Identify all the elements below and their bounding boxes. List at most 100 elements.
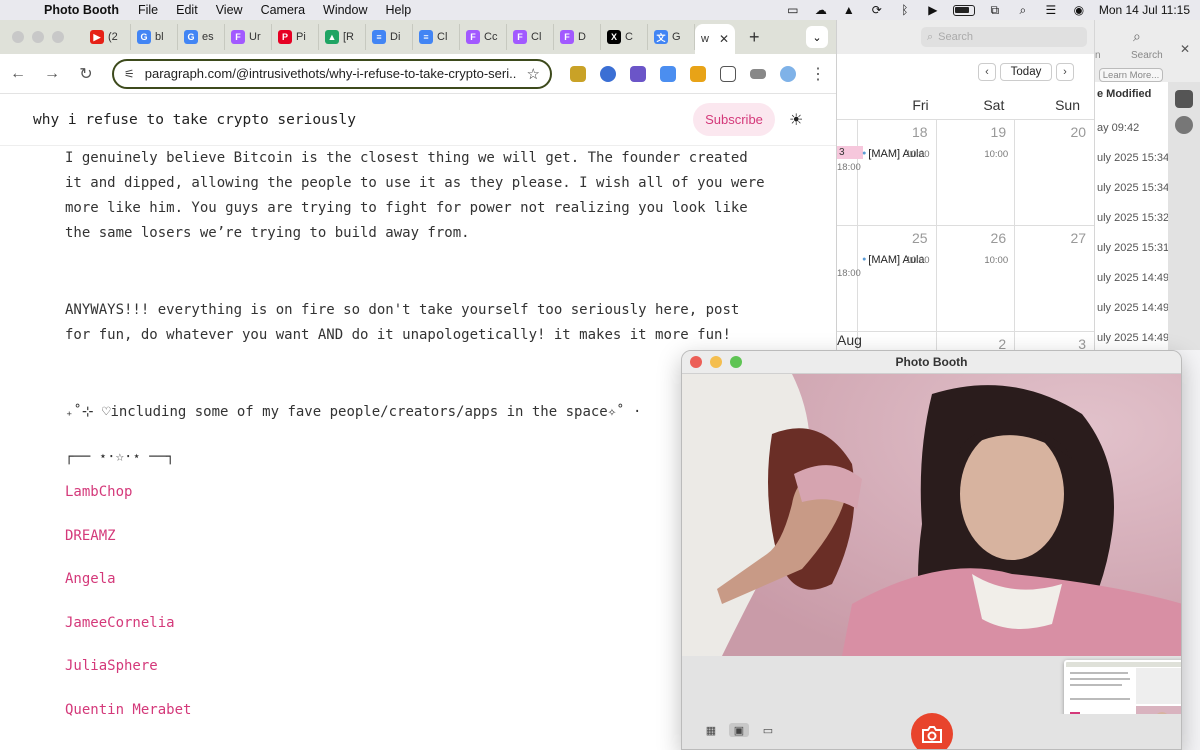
creator-link[interactable]: JameeCornelia (65, 601, 765, 645)
tab[interactable]: F Cc (460, 24, 507, 50)
siri-icon[interactable]: ◉ (1071, 3, 1087, 17)
tab[interactable]: ▶ (2 (84, 24, 131, 50)
calendar-day-cell[interactable]: 20 (1015, 120, 1094, 225)
single-photo-mode-icon[interactable]: ▣ (729, 723, 749, 737)
calendar-day-cell[interactable]: 18[MAM] Aula10:00 (858, 120, 937, 225)
tab[interactable]: ≡ Cl (413, 24, 460, 50)
take-photo-button[interactable] (911, 713, 953, 749)
minimize-window-button[interactable] (32, 31, 44, 43)
menu-window[interactable]: Window (314, 3, 376, 17)
close-tab-icon[interactable]: ✕ (719, 32, 729, 46)
menu-edit[interactable]: Edit (167, 3, 207, 17)
tab[interactable]: P Pi (272, 24, 319, 50)
app-menu-photo-booth[interactable]: Photo Booth (36, 3, 129, 17)
close-window-button[interactable] (12, 31, 24, 43)
next-week-button[interactable]: › (1056, 63, 1074, 81)
tab[interactable]: 文G (648, 24, 695, 50)
reload-button[interactable]: ↻ (76, 64, 96, 84)
new-tab-button[interactable]: + (749, 27, 760, 48)
screen-mirroring-icon[interactable]: ⧉ (987, 3, 1003, 17)
extensions-puzzle-icon[interactable] (720, 65, 736, 82)
battery-icon[interactable] (952, 4, 975, 16)
menu-help[interactable]: Help (377, 3, 421, 17)
finder-row-date[interactable]: uly 2025 14:49 (1095, 272, 1169, 284)
profile-avatar[interactable] (780, 65, 796, 82)
learn-more-button[interactable]: Learn More... (1099, 68, 1163, 82)
calendar-day-cell[interactable]: 26 10:00 (937, 226, 1016, 331)
extension-icon-2[interactable] (600, 65, 616, 82)
menu-view[interactable]: View (207, 3, 252, 17)
calendar-day-cell[interactable]: 27 (1015, 226, 1094, 331)
sync-status-icon[interactable]: ⟳ (869, 3, 885, 17)
video-mode-icon[interactable]: ▭ (758, 723, 778, 737)
previous-week-button[interactable]: ‹ (978, 63, 996, 81)
site-info-icon[interactable]: ⚟ (124, 67, 135, 81)
menu-bar: Photo Booth File Edit View Camera Window… (0, 0, 1200, 20)
today-button[interactable]: Today (1000, 63, 1052, 81)
calendar-day-cell[interactable]: 25[MAM] Aula10:00 (858, 226, 937, 331)
calendar-day-cell[interactable]: 19 10:00 (937, 120, 1016, 225)
extension-icon-5[interactable] (690, 65, 706, 82)
layers-icon[interactable] (1175, 90, 1193, 108)
creator-link[interactable]: JuliaSphere (65, 644, 765, 688)
tab-label: Ur (249, 31, 261, 43)
calendar-day-cell-partial[interactable]: 3 18:00 (837, 120, 863, 225)
tab[interactable]: F Ur (225, 24, 272, 50)
drive-status-icon[interactable]: ▲ (841, 3, 857, 17)
creator-link[interactable]: DREAMZ (65, 514, 765, 558)
date-modified-header[interactable]: e Modified (1095, 88, 1167, 100)
tab[interactable]: XC (601, 24, 648, 50)
tab[interactable]: Ges (178, 24, 225, 50)
extension-icon-1[interactable] (570, 65, 586, 82)
media-controls-icon[interactable] (750, 68, 766, 79)
subscribe-button[interactable]: Subscribe (693, 103, 775, 136)
four-up-mode-icon[interactable]: ▦ (701, 723, 721, 737)
control-center-icon[interactable]: ☰ (1043, 3, 1059, 17)
finder-row-date[interactable]: uly 2025 15:34 (1095, 152, 1169, 164)
tab-label: Cl (531, 31, 542, 43)
finder-row-date[interactable]: uly 2025 14:49 (1095, 332, 1169, 344)
day-number: 25 (912, 230, 928, 246)
menu-file[interactable]: File (129, 3, 167, 17)
color-wheel-icon[interactable] (1175, 116, 1193, 134)
tab[interactable]: Gbl (131, 24, 178, 50)
creator-link[interactable]: LambChop (65, 470, 765, 514)
play-status-icon[interactable]: ▶ (925, 3, 941, 17)
creative-cloud-icon[interactable]: ☁ (813, 3, 829, 17)
bookmark-star-icon[interactable]: ☆ (527, 65, 540, 83)
tab-active[interactable]: w ✕ (695, 24, 735, 54)
tab-label: Di (390, 31, 401, 43)
menu-camera[interactable]: Camera (252, 3, 314, 17)
tab[interactable]: FD (554, 24, 601, 50)
address-bar[interactable]: ⚟ paragraph.com/@intrusivethots/why-i-re… (112, 58, 552, 89)
day-number: 18 (912, 124, 928, 140)
finder-row-date[interactable]: uly 2025 15:34 (1095, 182, 1169, 194)
url-text[interactable]: paragraph.com/@intrusivethots/why-i-refu… (145, 66, 517, 81)
tab[interactable]: ≡ Di (366, 24, 413, 50)
calendar-day-cell-partial[interactable]: 18:00 (837, 226, 861, 331)
menu-bar-clock[interactable]: Mon 14 Jul 11:15 (1099, 3, 1190, 17)
creator-link[interactable]: Quentin Merabet (65, 688, 765, 732)
calendar-search-field[interactable]: ⌕ Search (921, 27, 1087, 47)
spotlight-search-icon[interactable]: ⌕ (1015, 3, 1031, 17)
zoom-window-button[interactable] (52, 31, 64, 43)
finder-row-date[interactable]: uly 2025 15:31 (1095, 242, 1169, 254)
theme-toggle-sun-icon[interactable]: ☀ (789, 110, 803, 130)
tab[interactable]: ▲ [R (319, 24, 366, 50)
finder-row-date[interactable]: ay 09:42 (1095, 122, 1167, 134)
tab-search-button[interactable]: ⌄ (806, 26, 828, 48)
finder-row-date[interactable]: uly 2025 15:32 (1095, 212, 1169, 224)
back-button[interactable]: ← (8, 65, 28, 83)
page-header: why i refuse to take crypto seriously Su… (0, 94, 836, 146)
finder-row-date[interactable]: uly 2025 14:49 (1095, 302, 1169, 314)
translate-extension-icon[interactable] (660, 65, 676, 82)
tab[interactable]: F Cl (507, 24, 554, 50)
bluetooth-icon[interactable]: ᛒ (897, 3, 913, 17)
status-app-icon[interactable]: ▭ (785, 3, 801, 17)
close-icon[interactable]: ✕ (1180, 42, 1190, 56)
creator-link[interactable]: Angela (65, 557, 765, 601)
browser-menu-icon[interactable]: ⋮ (810, 64, 826, 84)
extension-icon-3[interactable] (630, 65, 646, 82)
search-icon[interactable]: ⌕ (1133, 28, 1141, 45)
forward-button[interactable]: → (42, 65, 62, 83)
